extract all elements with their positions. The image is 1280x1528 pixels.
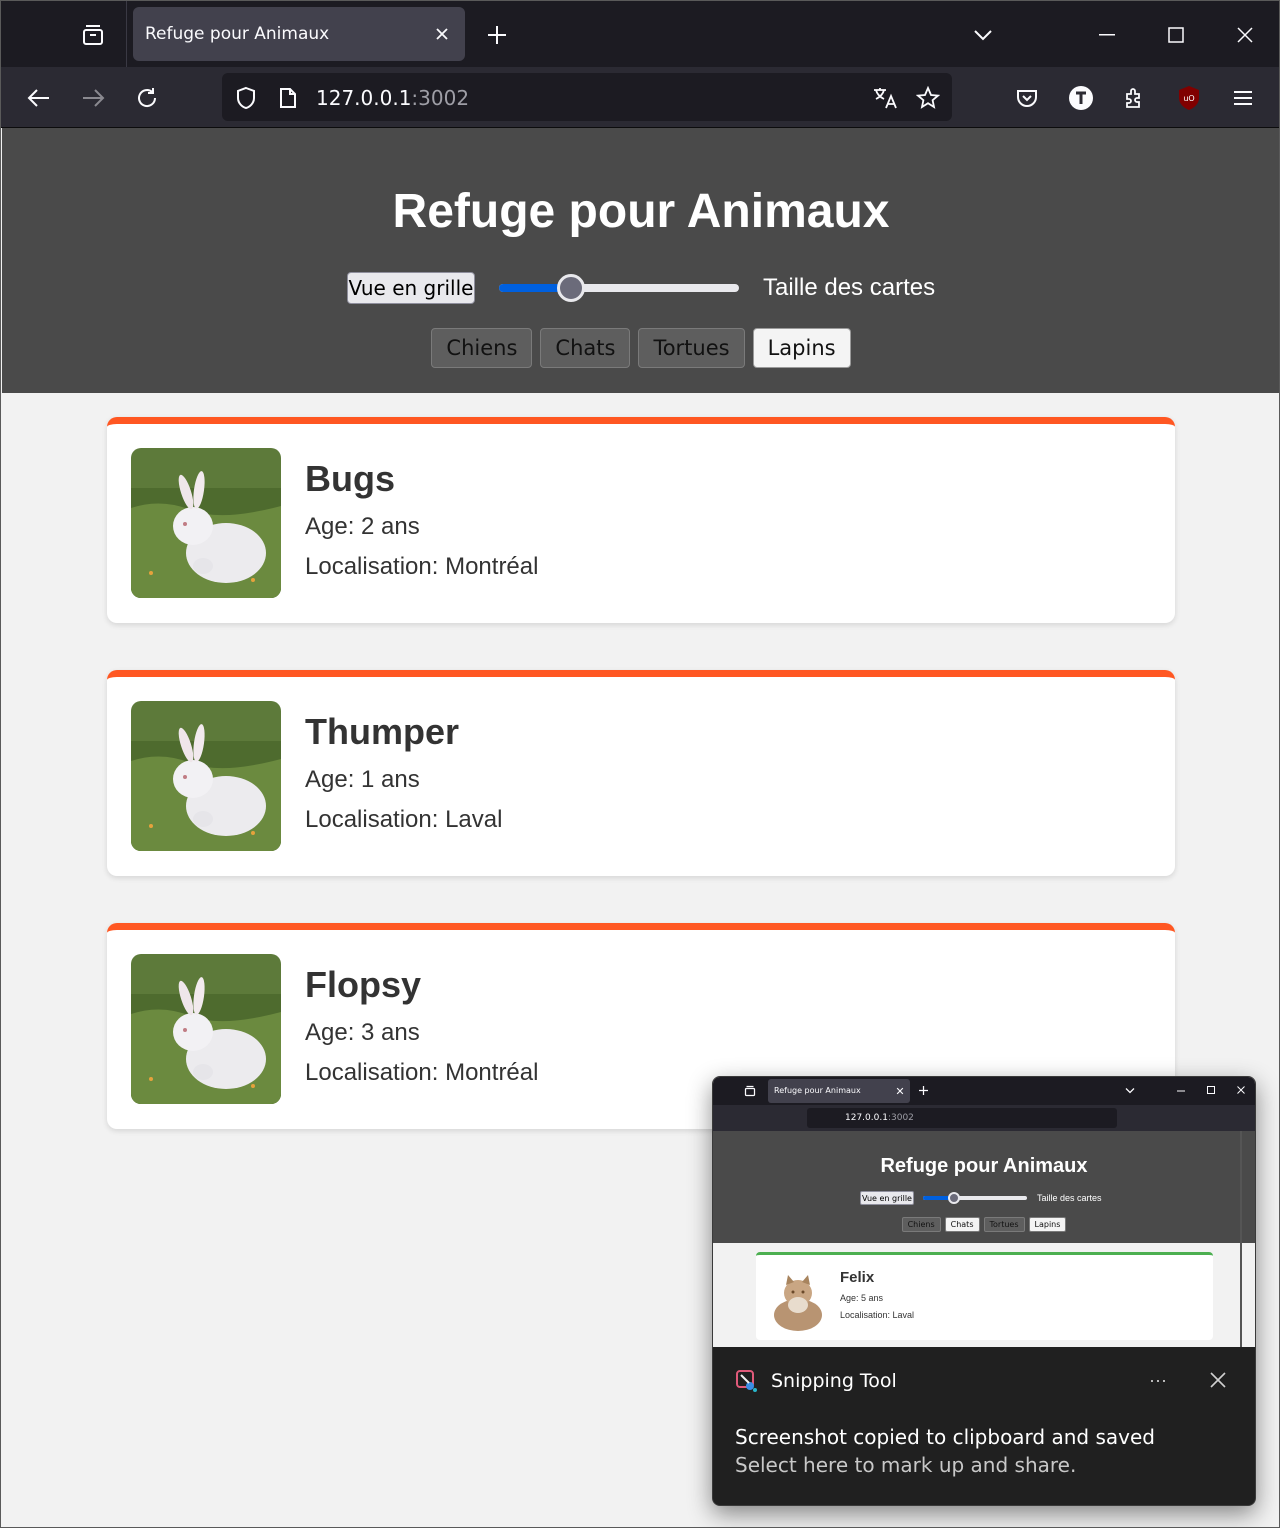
- preview-animal-name: Felix: [840, 1269, 875, 1286]
- star-icon[interactable]: [915, 85, 941, 111]
- preview-tab-bar: Refuge pour Animaux: [713, 1077, 1255, 1105]
- browser-tab[interactable]: Refuge pour Animaux: [133, 7, 465, 61]
- preview-header: Refuge pour Animaux Vue en grille Taille…: [713, 1131, 1255, 1243]
- page-icon[interactable]: [275, 85, 301, 111]
- more-options-icon[interactable]: ···: [1143, 1367, 1173, 1393]
- filter-tortues-button[interactable]: Tortues: [638, 328, 745, 368]
- animal-card[interactable]: Thumper Age: 1 ans Localisation: Laval: [107, 670, 1175, 876]
- filter-lapins-button[interactable]: Lapins: [752, 328, 851, 368]
- preview-url-port: :3002: [887, 1113, 914, 1123]
- preview-tab-title: Refuge pour Animaux: [774, 1086, 861, 1095]
- animal-location: Localisation: Laval: [305, 806, 503, 833]
- pocket-icon[interactable]: [1010, 81, 1044, 115]
- notification-submessage: Select here to mark up and share.: [735, 1453, 1077, 1477]
- animal-age: Age: 2 ans: [305, 513, 420, 540]
- preview-slider-label: Taille des cartes: [1037, 1193, 1102, 1203]
- preview-grid-view-button: Vue en grille: [860, 1191, 914, 1205]
- chevron-down-icon[interactable]: [967, 19, 999, 51]
- preview-filter-tortues: Tortues: [983, 1217, 1025, 1232]
- t-extension-icon[interactable]: [1064, 81, 1098, 115]
- url-bar[interactable]: 127.0.0.1:3002: [222, 73, 952, 121]
- preview-url-text: 127.0.0.1:3002: [845, 1113, 914, 1123]
- back-icon[interactable]: [22, 81, 56, 115]
- cat-photo: [768, 1267, 828, 1333]
- preview-tab: Refuge pour Animaux: [768, 1079, 910, 1103]
- rabbit-photo: [131, 448, 281, 598]
- animal-name: Thumper: [305, 711, 460, 752]
- notification-close-icon[interactable]: [1203, 1367, 1233, 1393]
- preview-nav-bar: 127.0.0.1:3002: [713, 1105, 1255, 1131]
- preview-animal-age: Age: 5 ans: [840, 1293, 884, 1303]
- filter-buttons: Chiens Chats Tortues Lapins: [2, 328, 1279, 368]
- preview-window-close-icon: [1237, 1086, 1245, 1094]
- screenshot-preview[interactable]: Refuge pour Animaux 127.0.0.1:3002 Refug…: [713, 1077, 1255, 1347]
- slider-thumb[interactable]: [557, 274, 585, 302]
- preview-filter-lapins: Lapins: [1028, 1217, 1067, 1232]
- reload-icon[interactable]: [130, 81, 164, 115]
- animal-age: Age: 1 ans: [305, 766, 420, 793]
- animal-location: Localisation: Montréal: [305, 1059, 539, 1086]
- preview-slider: [923, 1191, 1027, 1205]
- preview-close-icon: [896, 1087, 904, 1095]
- card-size-slider[interactable]: [499, 273, 739, 303]
- url-port: :3002: [411, 86, 470, 110]
- browser-window: Refuge pour Animaux 127.0.0.1:3002 uO Re…: [0, 0, 1280, 1528]
- window-close-icon[interactable]: [1225, 15, 1265, 55]
- grid-view-button[interactable]: Vue en grille: [347, 272, 475, 304]
- preview-url-bar: 127.0.0.1:3002: [807, 1108, 1117, 1128]
- preview-scrollbar: [1240, 1131, 1242, 1347]
- preview-minimize-icon: [1177, 1090, 1185, 1092]
- tab-overview-icon[interactable]: [77, 19, 109, 51]
- preview-slider-thumb: [948, 1192, 960, 1204]
- preview-plus-icon: [919, 1086, 928, 1095]
- maximize-icon[interactable]: [1156, 15, 1196, 55]
- plus-icon[interactable]: [481, 19, 513, 51]
- page-header: Refuge pour Animaux Vue en grille Taille…: [2, 128, 1279, 393]
- navigation-bar: 127.0.0.1:3002 uO: [1, 67, 1279, 128]
- tab-separator: [126, 1, 127, 67]
- translate-icon[interactable]: [872, 85, 898, 111]
- preview-page-title: Refuge pour Animaux: [880, 1155, 1088, 1177]
- animal-card[interactable]: Bugs Age: 2 ans Localisation: Montréal: [107, 417, 1175, 623]
- url-text: 127.0.0.1:3002: [316, 86, 469, 110]
- close-icon[interactable]: [429, 21, 455, 47]
- svg-text:uO: uO: [1183, 94, 1194, 103]
- slider-label: Taille des cartes: [763, 274, 936, 301]
- animal-name: Bugs: [305, 458, 395, 499]
- menu-icon[interactable]: [1226, 81, 1260, 115]
- rabbit-photo: [131, 701, 281, 851]
- ublock-icon[interactable]: uO: [1172, 81, 1206, 115]
- preview-animal-location: Localisation: Laval: [840, 1310, 915, 1320]
- animal-location: Localisation: Montréal: [305, 553, 539, 580]
- preview-animal-card: Felix Age: 5 ans Localisation: Laval: [756, 1252, 1213, 1340]
- preview-filter-chats: Chats: [944, 1217, 980, 1232]
- snipping-tool-notification[interactable]: Refuge pour Animaux 127.0.0.1:3002 Refug…: [712, 1076, 1256, 1506]
- shield-icon[interactable]: [233, 85, 259, 111]
- rabbit-photo: [131, 954, 281, 1104]
- preview-filter-chiens: Chiens: [901, 1217, 941, 1232]
- tab-bar: Refuge pour Animaux: [1, 1, 1279, 67]
- minimize-icon[interactable]: [1087, 15, 1127, 55]
- url-host: 127.0.0.1: [316, 86, 412, 110]
- preview-maximize-icon: [1207, 1086, 1215, 1094]
- page-title: Refuge pour Animaux: [392, 185, 890, 238]
- preview-filters: Chiens Chats Tortues Lapins: [713, 1217, 1255, 1232]
- preview-tab-overview-icon: [744, 1085, 756, 1097]
- snipping-tool-icon: [735, 1369, 759, 1393]
- extensions-icon[interactable]: [1118, 81, 1152, 115]
- forward-icon[interactable]: [76, 81, 110, 115]
- notification-app-name: Snipping Tool: [771, 1370, 897, 1392]
- notification-message: Screenshot copied to clipboard and saved: [735, 1425, 1155, 1449]
- filter-chats-button[interactable]: Chats: [540, 328, 631, 368]
- tab-title: Refuge pour Animaux: [145, 24, 330, 44]
- preview-chevron-down-icon: [1125, 1088, 1135, 1094]
- animal-name: Flopsy: [305, 964, 422, 1005]
- animal-age: Age: 3 ans: [305, 1019, 420, 1046]
- preview-url-host: 127.0.0.1: [845, 1113, 888, 1123]
- filter-chiens-button[interactable]: Chiens: [431, 328, 533, 368]
